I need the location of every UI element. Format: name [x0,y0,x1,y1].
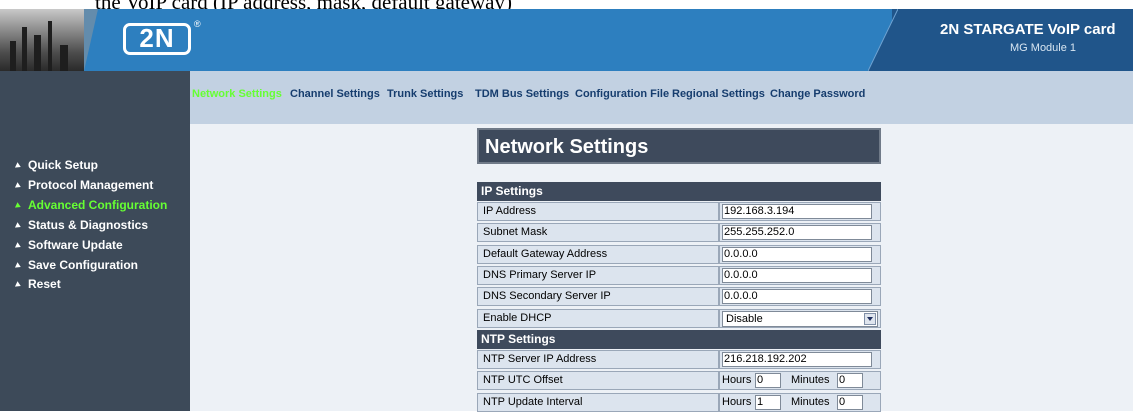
sidebar-item-software-update[interactable]: Software Update [14,238,123,252]
section-ip-settings: IP Settings [477,182,881,201]
header-title-area [892,9,1133,71]
header-banner: 2N ® 2N STARGATE VoIP card MG Module 1 [0,9,1133,71]
tab-tdm-bus-settings[interactable]: TDM Bus Settings [475,88,569,100]
sidebar-item-protocol-management[interactable]: Protocol Management [14,178,153,192]
arrow-icon [14,242,23,250]
row-ntp-utc-offset: NTP UTC Offset Hours 0 Minutes 0 [477,371,881,390]
dns-secondary-input[interactable]: 0.0.0.0 [722,289,872,304]
enable-dhcp-select[interactable]: Disable [722,311,878,327]
field-label: Enable DHCP [477,309,719,328]
arrow-icon [14,162,23,170]
row-ntp-server: NTP Server IP Address 216.218.192.202 [477,350,881,369]
utc-offset-hours-input[interactable]: 0 [755,373,781,388]
ntp-server-input[interactable]: 216.218.192.202 [722,352,872,367]
brand-logo: 2N [123,23,191,55]
arrow-icon [14,182,23,190]
sidebar-item-save-configuration[interactable]: Save Configuration [14,258,138,272]
sidebar-item-advanced-configuration[interactable]: Advanced Configuration [14,198,167,212]
tab-trunk-settings[interactable]: Trunk Settings [387,88,463,100]
field-label: DNS Secondary Server IP [477,287,719,306]
sidebar-item-quick-setup[interactable]: Quick Setup [14,158,98,172]
arrow-icon [14,281,23,289]
field-label: NTP Server IP Address [477,350,719,369]
chevron-down-icon[interactable] [864,313,876,325]
arrow-icon [14,262,23,270]
row-ntp-update-interval: NTP Update Interval Hours 1 Minutes 0 [477,393,881,412]
sidebar-item-reset[interactable]: Reset [14,277,61,291]
hours-label: Hours [722,374,752,386]
dns-primary-input[interactable]: 0.0.0.0 [722,268,872,283]
subnet-mask-input[interactable]: 255.255.252.0 [722,225,872,240]
default-gateway-input[interactable]: 0.0.0.0 [722,247,872,262]
module-name: MG Module 1 [1010,42,1077,54]
settings-tabs-bar: Network Settings Channel Settings Trunk … [190,71,1133,124]
field-label: Default Gateway Address [477,245,719,264]
minutes-label: Minutes [791,396,830,408]
field-label: IP Address [477,202,719,221]
row-enable-dhcp: Enable DHCP Disable [477,309,881,328]
tab-regional-settings[interactable]: Regional Settings [672,88,765,100]
minutes-label: Minutes [791,374,830,386]
update-interval-hours-input[interactable]: 1 [755,395,781,410]
utc-offset-minutes-input[interactable]: 0 [837,373,863,388]
row-subnet-mask: Subnet Mask 255.255.252.0 [477,223,881,242]
row-default-gateway: Default Gateway Address 0.0.0.0 [477,245,881,264]
product-name: 2N STARGATE VoIP card [940,21,1116,38]
registered-mark: ® [194,19,201,29]
row-dns-secondary: DNS Secondary Server IP 0.0.0.0 [477,287,881,306]
tab-change-password[interactable]: Change Password [770,88,865,100]
tab-network-settings[interactable]: Network Settings [192,88,282,100]
section-ntp-settings: NTP Settings [477,330,881,349]
row-ip-address: IP Address 192.168.3.194 [477,202,881,221]
arrow-icon [14,222,23,230]
arrow-icon [14,202,23,210]
product-photo [0,9,84,71]
update-interval-minutes-input[interactable]: 0 [837,395,863,410]
tab-configuration-file[interactable]: Configuration File [575,88,669,100]
field-label: NTP Update Interval [477,393,719,412]
field-label: Subnet Mask [477,223,719,242]
sidebar: Quick Setup Protocol Management Advanced… [0,71,190,411]
field-label: NTP UTC Offset [477,371,719,390]
page-title: Network Settings [477,128,881,164]
sidebar-item-status-diagnostics[interactable]: Status & Diagnostics [14,218,148,232]
hours-label: Hours [722,396,752,408]
field-label: DNS Primary Server IP [477,266,719,285]
tab-channel-settings[interactable]: Channel Settings [290,88,380,100]
row-dns-primary: DNS Primary Server IP 0.0.0.0 [477,266,881,285]
ip-address-input[interactable]: 192.168.3.194 [722,204,872,219]
header-divider [868,9,898,71]
